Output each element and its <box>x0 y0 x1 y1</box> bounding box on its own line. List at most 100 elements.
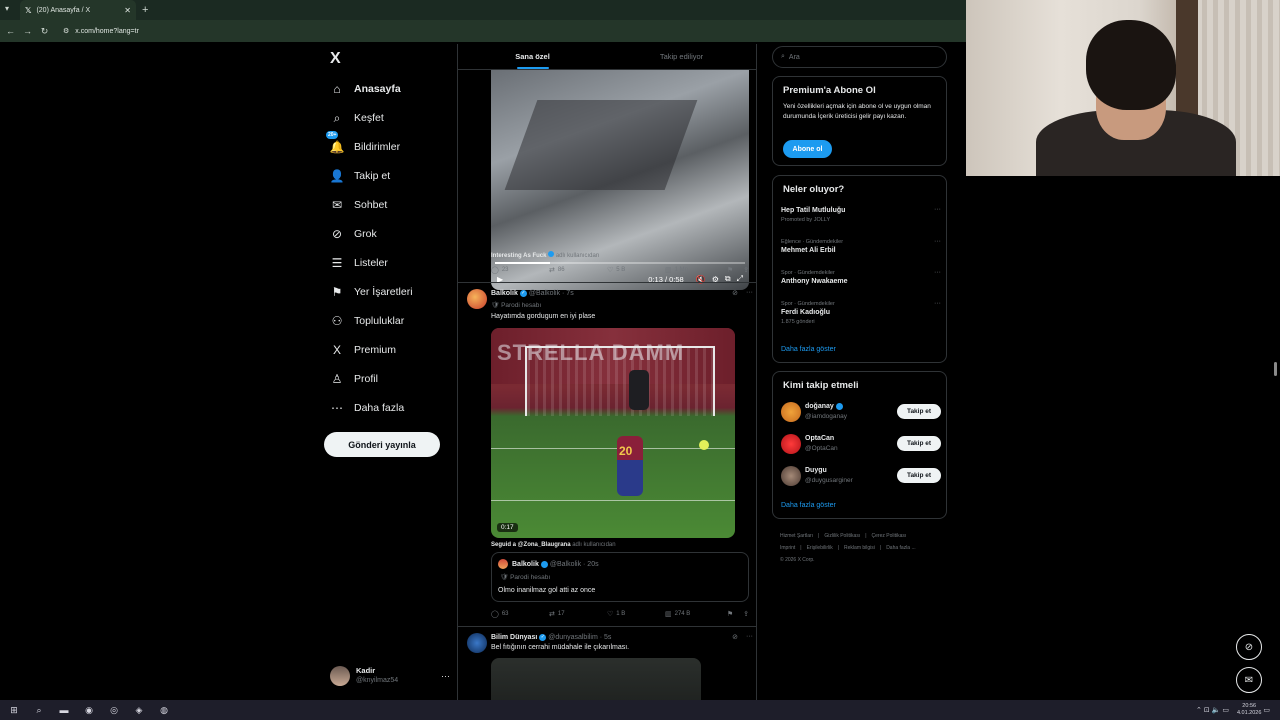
grok-icon[interactable]: ⊘ <box>732 289 738 297</box>
tweet-media[interactable] <box>491 658 701 700</box>
more-icon[interactable]: ··· <box>441 671 450 681</box>
app-icon[interactable]: ◈ <box>129 702 149 718</box>
views-icon: ▥ <box>665 611 672 618</box>
sidebar-item-x-premium[interactable]: X Premium <box>330 341 396 359</box>
sidebar-item-communities[interactable]: ⚇ Topluluklar <box>330 312 405 330</box>
divider <box>458 626 756 627</box>
footer-link[interactable]: Hizmet Şartları <box>780 533 813 539</box>
chevron-up-icon[interactable]: ⌃ <box>1196 706 1202 714</box>
more-icon[interactable]: ··· <box>934 300 941 307</box>
tab-search-icon[interactable]: ▾ <box>5 4 9 13</box>
windows-start-icon[interactable]: ⊞ <box>4 702 24 718</box>
more-icon[interactable]: ··· <box>746 633 753 641</box>
author-name[interactable]: Bilim Dünyası <box>491 634 537 641</box>
sidebar-item-bell[interactable]: 🔔 20+ Bildirimler <box>326 131 400 156</box>
author-name[interactable]: Balkolik <box>491 290 518 297</box>
search-input[interactable]: ⌕ Ara <box>772 46 947 68</box>
video-progress-bar[interactable] <box>495 262 745 264</box>
more-icon[interactable]: ··· <box>746 289 753 297</box>
like-button[interactable]: ♡ 5 B <box>607 266 665 274</box>
sidebar-item-person-add[interactable]: 👤 Takip et <box>330 167 391 185</box>
x-logo-icon[interactable]: X <box>330 50 341 68</box>
author-handle[interactable]: @Balkolik · 7s <box>529 290 574 297</box>
who-show-more[interactable]: Daha fazla göster <box>781 502 836 509</box>
footer-link[interactable]: Gizlilik Politikası <box>824 533 860 539</box>
site-info-icon[interactable]: ⚙ <box>63 27 69 35</box>
share-icon[interactable]: ⇪ <box>743 610 749 618</box>
volume-icon[interactable]: 🔈 <box>1212 706 1221 714</box>
footer-link[interactable]: Imprint <box>780 545 795 551</box>
sidebar-item-home[interactable]: ⌂ Anasayfa <box>330 80 400 98</box>
sidebar-item-more-circle[interactable]: ⋯ Daha fazla <box>330 399 404 417</box>
battery-icon[interactable]: ▭ <box>1222 706 1229 714</box>
scrollbar-thumb[interactable] <box>1274 362 1277 376</box>
tab-close-icon[interactable]: ✕ <box>124 6 131 15</box>
trend-item[interactable]: Hep Tatil Mutluluğu Promoted by JOLLY ··· <box>781 206 941 224</box>
avatar[interactable] <box>467 289 487 309</box>
search-icon[interactable]: ⌕ <box>29 702 49 718</box>
footer-link[interactable]: Reklam bilgisi <box>844 545 875 551</box>
trend-item[interactable]: Eğlence · Gündemdekiler Mehmet Ali Erbil ·… <box>781 238 941 256</box>
retweet-button[interactable]: ⇄ 86 <box>549 266 607 274</box>
trend-item[interactable]: Spor · Gündemdekiler Ferdi Kadıoğlu 1.875 … <box>781 300 941 326</box>
subscribe-button[interactable]: Abone ol <box>783 140 832 158</box>
share-icon[interactable]: ⇪ <box>743 266 749 274</box>
sidebar-item-bookmark[interactable]: ⚑ Yer İşaretleri <box>330 283 413 301</box>
account-switcher[interactable]: Kadir @knyilmaz54 ··· <box>330 666 450 686</box>
page-scrollbar[interactable] <box>1273 44 1278 700</box>
more-icon[interactable]: ··· <box>934 238 941 245</box>
tweet-video[interactable]: STRELLA DAMM 20 0:17 <box>491 328 735 538</box>
file-explorer-icon[interactable]: ▬ <box>54 702 74 718</box>
footer-link[interactable]: Erişilebilirlik <box>807 545 833 551</box>
network-icon[interactable]: ⊡ <box>1204 706 1210 714</box>
sidebar-item-mail[interactable]: ✉ Sohbet <box>330 196 387 214</box>
video-source[interactable]: Interesting As Fuck adlı kullanıcıdan <box>491 251 599 259</box>
grok-icon[interactable]: ⊘ <box>732 633 738 641</box>
notification-icon[interactable]: ▭ <box>1263 706 1270 714</box>
tab-for-you[interactable]: Sana özel <box>458 44 607 69</box>
sidebar-item-search[interactable]: ⌕ Keşfet <box>330 109 384 127</box>
sidebar-item-grok[interactable]: ⊘ Grok <box>330 225 377 243</box>
reload-icon[interactable]: ↻ <box>38 26 51 37</box>
follow-button[interactable]: Takip et <box>897 404 941 419</box>
post-button[interactable]: Gönderi yayınla <box>324 432 440 457</box>
grok-floating-button[interactable]: ⊘ <box>1236 634 1262 660</box>
author-handle[interactable]: @dunyasalbilim · 5s <box>548 634 611 641</box>
bookmark-icon[interactable]: ⚑ <box>727 610 733 618</box>
messages-floating-button[interactable]: ✉ <box>1236 667 1262 693</box>
suggested-account[interactable]: Duygu @duygusarginer Takip et <box>781 466 941 490</box>
footer-link[interactable]: Daha fazla ... <box>886 545 915 551</box>
avatar[interactable] <box>467 633 487 653</box>
quoted-tweet[interactable]: Balkolik @Balkolik · 20s 🛡 Parodi hesabı… <box>491 552 749 602</box>
heart-icon: ♡ <box>607 611 614 618</box>
bookmark-icon[interactable]: ⚑ <box>727 266 733 274</box>
views-button[interactable]: ▥ 1 Mn <box>665 266 723 274</box>
app-icon[interactable]: ◉ <box>79 702 99 718</box>
sidebar-item-list[interactable]: ☰ Listeler <box>330 254 388 272</box>
suggested-account[interactable]: OptaCan @OptaCan Takip et <box>781 434 941 458</box>
forward-icon[interactable]: → <box>21 26 34 36</box>
clock[interactable]: 20:56 4.01.2026 <box>1237 703 1261 717</box>
follow-button[interactable]: Takip et <box>897 436 941 451</box>
app-icon[interactable]: ◍ <box>154 702 174 718</box>
sidebar-item-profile[interactable]: ♙ Profil <box>330 370 378 388</box>
footer-link[interactable]: Çerez Politikası <box>872 533 907 539</box>
reply-button[interactable]: ◯ 23 <box>491 266 549 274</box>
trend-item[interactable]: Spor · Gündemdekiler Anthony Nwakaeme ··· <box>781 269 941 287</box>
video-source[interactable]: Seguid a @Zona_Blaugrana adlı kullanıcıd… <box>491 542 616 548</box>
suggested-account[interactable]: doğanay @iamdoganay Takip et <box>781 402 941 426</box>
browser-tab[interactable]: 𝕏 (20) Anasayfa / X ✕ <box>20 0 136 20</box>
follow-button[interactable]: Takip et <box>897 468 941 483</box>
new-tab-button[interactable]: + <box>142 4 148 16</box>
more-icon[interactable]: ··· <box>934 206 941 213</box>
more-icon[interactable]: ··· <box>934 269 941 276</box>
views-button[interactable]: ▥ 274 B <box>665 610 723 618</box>
trends-show-more[interactable]: Daha fazla göster <box>781 346 836 353</box>
browser-icon[interactable]: ◎ <box>104 702 124 718</box>
like-button[interactable]: ♡ 1 B <box>607 610 665 618</box>
address-bar[interactable]: ⚙ x.com/home?lang=tr <box>63 27 139 36</box>
tab-following[interactable]: Takip ediliyor <box>607 44 756 69</box>
back-icon[interactable]: ← <box>4 26 17 36</box>
retweet-button[interactable]: ⇄ 17 <box>549 610 607 618</box>
reply-button[interactable]: ◯ 63 <box>491 610 549 618</box>
